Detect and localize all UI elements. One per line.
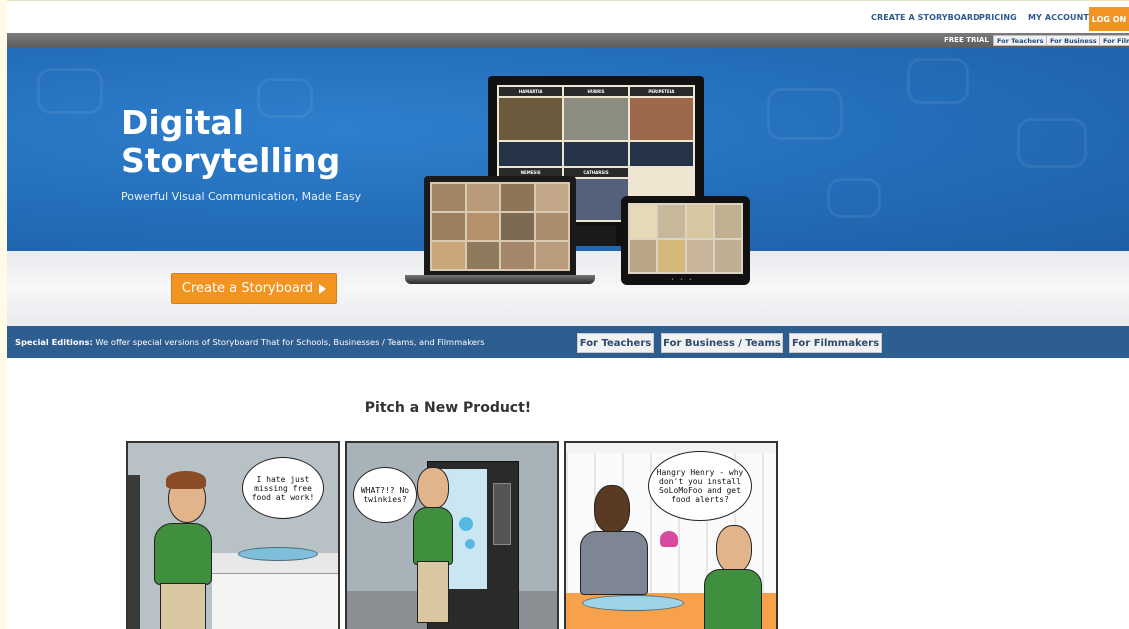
storyboard-cell (535, 213, 568, 240)
bubble-decor (465, 539, 475, 549)
storyboard-header: HUBRIS (564, 87, 628, 96)
free-trial-label: FREE TRIAL (944, 36, 989, 44)
storyboard-cell (501, 184, 534, 211)
trial-business-button[interactable]: For Business (1046, 35, 1101, 46)
storyboard-cell (535, 184, 568, 211)
for-teachers-button[interactable]: For Teachers (577, 333, 654, 353)
bg-bubble (37, 68, 103, 114)
storyboard-cell (499, 98, 563, 140)
section-heading: Pitch a New Product! (364, 400, 532, 416)
laptop-image (424, 176, 576, 275)
storyboard-cell (432, 213, 465, 240)
storyboard-panel-2: WHAT?!? No twinkies? (345, 441, 559, 629)
storyboard-cell (658, 239, 685, 272)
nav-pricing[interactable]: PRICING (979, 13, 1017, 22)
storyboard-cell (466, 184, 499, 211)
log-on-button[interactable]: LOG ON (1089, 7, 1129, 31)
storyboard-cell (501, 242, 534, 269)
storyboard-header: HAMARTIA (499, 87, 563, 96)
trial-film-button[interactable]: For Film (1099, 35, 1129, 46)
storyboard-cell (658, 205, 685, 238)
hero-title-line2: Storytelling (121, 141, 341, 180)
storyboard-cell (466, 242, 499, 269)
character-hair (166, 471, 206, 489)
storyboard-cell (466, 213, 499, 240)
special-editions-description: We offer special versions of Storyboard … (92, 337, 485, 347)
storyboard-cell (535, 242, 568, 269)
storyboard-cell (432, 242, 465, 269)
play-arrow-icon (319, 283, 327, 294)
monitor-stand (576, 226, 616, 246)
speech-bubble-1: I hate just missing free food at work! (242, 457, 324, 519)
page: CREATE A STORYBOARD PRICING MY ACCOUNT L… (7, 0, 1129, 629)
speech-bubble-3: Hangry Henry - why don't you install SoL… (648, 451, 752, 521)
storyboard-cell (714, 205, 741, 238)
storyboard-cell (714, 239, 741, 272)
storyboard-cell (630, 239, 657, 272)
storyboard-panel-1: I hate just missing free food at work! (126, 441, 340, 629)
nav-my-account[interactable]: MY ACCOUNT (1028, 13, 1089, 22)
bg-bubble (1017, 118, 1087, 168)
speech-bubble-2: WHAT?!? No twinkies? (353, 467, 417, 523)
storyboard-cell (501, 213, 534, 240)
special-editions-bar: Special Editions: We offer special versi… (7, 326, 1129, 358)
hero-title-line1: Digital (121, 103, 244, 142)
hero-subtitle: Powerful Visual Communication, Made Easy (121, 190, 362, 203)
tablet-dots: ••• (671, 277, 698, 283)
character-shirt (154, 523, 212, 585)
storyboard-cell (686, 205, 713, 238)
character-head (594, 485, 630, 533)
free-trial-bar: FREE TRIAL For Teachers For Business For… (7, 33, 1129, 48)
bg-bubble (827, 178, 881, 218)
create-storyboard-button[interactable]: Create a Storyboard (171, 273, 337, 304)
storyboard-header: CATHARSIS (564, 167, 628, 177)
tablet-storyboard (628, 203, 743, 274)
tablet-image: ••• (621, 196, 750, 285)
for-business-teams-button[interactable]: For Business / Teams (661, 333, 783, 353)
character-head (417, 467, 449, 509)
storyboard-cell (564, 98, 628, 140)
storyboard-cell (432, 184, 465, 211)
cabinet (212, 573, 338, 629)
bubble-decor (459, 517, 473, 531)
top-nav: CREATE A STORYBOARD PRICING MY ACCOUNT L… (7, 0, 1129, 33)
character-sweater (580, 531, 648, 595)
character-head (716, 525, 752, 573)
character-shirt (704, 569, 762, 629)
storyboard-cell (629, 98, 693, 140)
vending-keypad (493, 483, 511, 545)
storyboard-caption (629, 141, 693, 166)
laptop-storyboard (430, 182, 570, 271)
storyboard-caption (499, 141, 563, 166)
for-filmmakers-button[interactable]: For Filmmakers (789, 333, 882, 353)
plate (238, 547, 318, 561)
special-editions-label: Special Editions: (15, 337, 93, 347)
character-pants (160, 583, 206, 629)
storyboard-header: PERIPETEIA (629, 87, 693, 96)
special-editions-text: Special Editions: We offer special versi… (15, 337, 485, 347)
bg-bubble (767, 88, 843, 140)
laptop-base (405, 275, 595, 284)
cupcake (660, 531, 678, 547)
fridge-edge (128, 475, 140, 629)
hero-title: Digital Storytelling (121, 104, 381, 180)
storyboard-cell (686, 239, 713, 272)
storyboard-header-empty (629, 167, 693, 177)
storyboard-panel-3: Hangry Henry - why don't you install SoL… (564, 441, 778, 629)
storyboard-cell (630, 205, 657, 238)
character-pants (417, 561, 449, 623)
nav-create-storyboard[interactable]: CREATE A STORYBOARD (871, 13, 980, 22)
create-storyboard-label: Create a Storyboard (181, 281, 314, 296)
character-shirt (413, 507, 453, 565)
trial-teachers-button[interactable]: For Teachers (993, 35, 1048, 46)
bg-bubble (907, 58, 969, 104)
plate (582, 595, 684, 611)
storyboard-caption (564, 141, 628, 166)
